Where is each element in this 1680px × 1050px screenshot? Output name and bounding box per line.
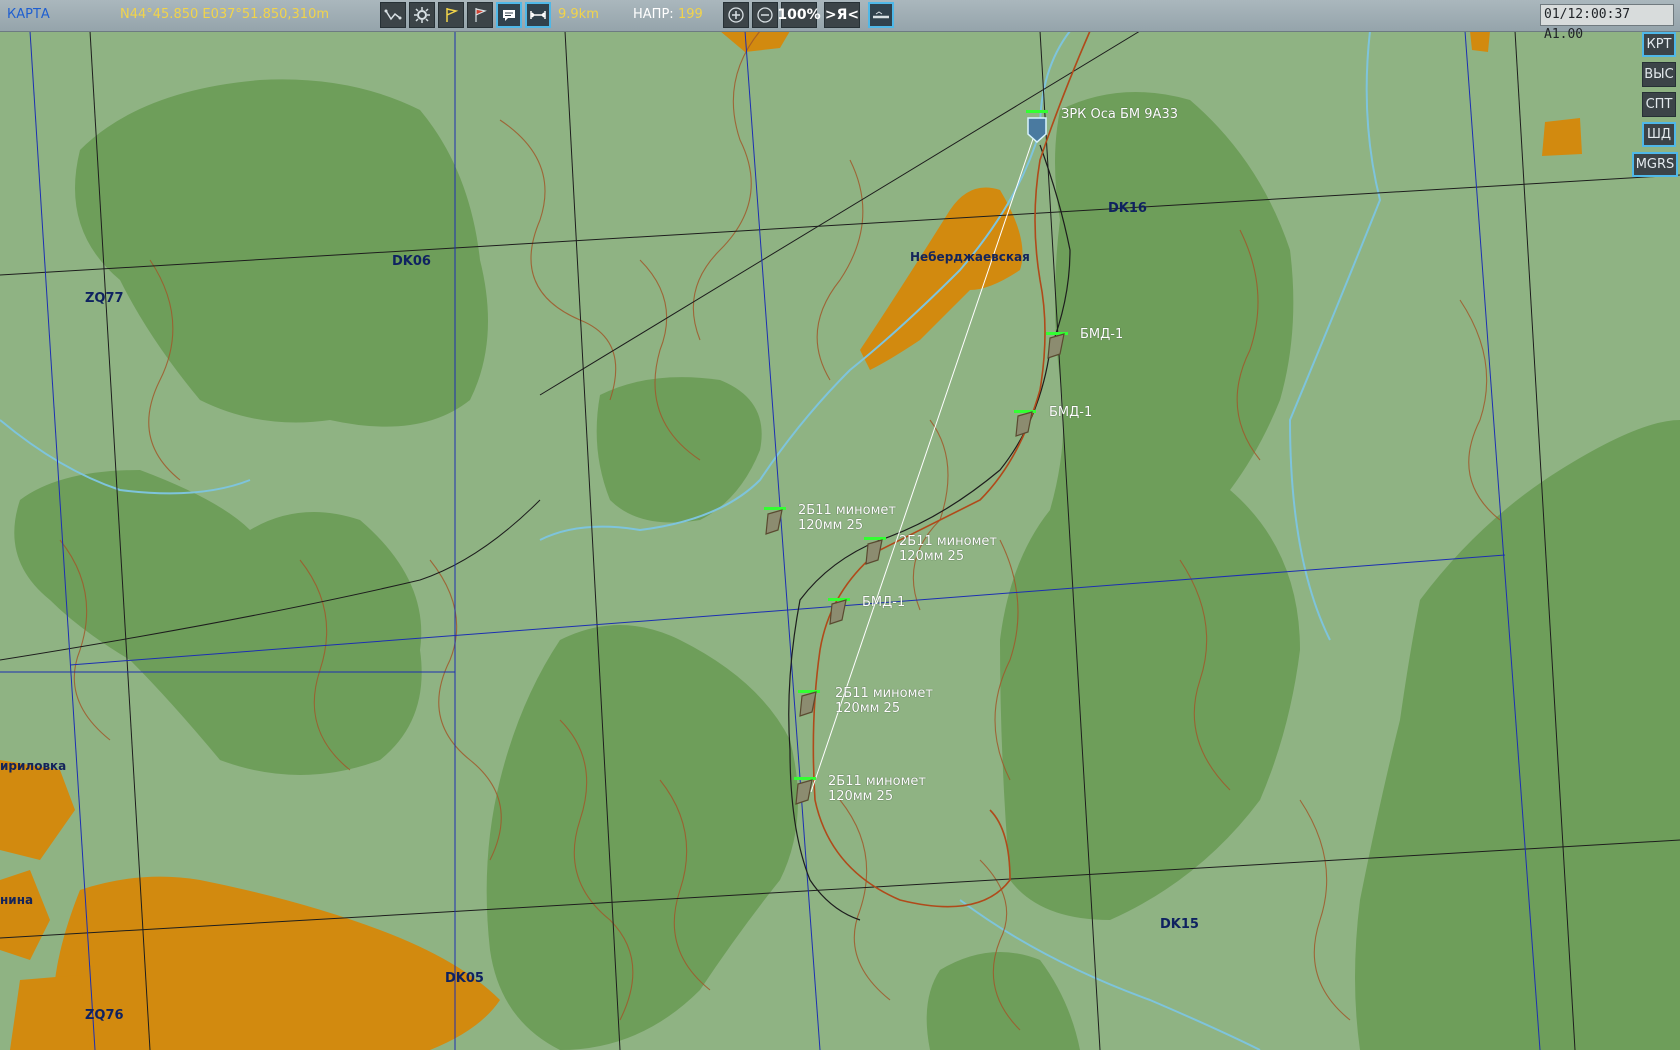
zoom-out-button[interactable]: [752, 2, 778, 28]
heading-label: НАПР:: [633, 7, 674, 22]
town-area: [10, 975, 90, 1050]
flag-icon: [446, 8, 459, 22]
town-area: [1542, 118, 1582, 156]
unit-label: 2Б11 миномет 120мм 25: [828, 774, 926, 804]
terrain-profile-button[interactable]: [868, 2, 894, 28]
terrain-profile-icon: [873, 11, 889, 19]
unit-detail: 120мм 25: [798, 518, 864, 533]
unit-name: 2Б11 миномет: [828, 774, 926, 789]
unit-detail: 120мм 25: [899, 549, 965, 564]
ruler-tool-button[interactable]: [525, 2, 551, 28]
unit-label: 2Б11 миномет 120мм 25: [899, 534, 997, 564]
latlong-button[interactable]: ШД: [1642, 122, 1676, 147]
town-label: Неберджаевская: [910, 250, 1030, 264]
grid-label: DK15: [1160, 917, 1199, 932]
marker-tool-button[interactable]: [467, 2, 493, 28]
top-toolbar: КАРТА N44°45.850 E037°51.850,310m 9.9km …: [0, 0, 1680, 42]
route-tool-button[interactable]: [380, 2, 406, 28]
grid-label: DK16: [1108, 201, 1147, 216]
mission-clock: 01/12:00:37 A1.00: [1540, 4, 1674, 42]
center-on-self-button[interactable]: >Я<: [824, 2, 860, 28]
satellite-button[interactable]: СПТ: [1642, 92, 1676, 117]
gear-icon: [414, 7, 430, 23]
health-bar: [1026, 110, 1048, 113]
unit-detail: 120мм 25: [835, 701, 901, 716]
grid-label: DK06: [392, 254, 431, 269]
unit-filter-button[interactable]: [409, 2, 435, 28]
unit-name: БМД-1: [1080, 327, 1124, 342]
mgrs-button[interactable]: MGRS: [1632, 152, 1678, 177]
map-mode-label: КАРТА: [7, 7, 50, 22]
ruler-icon: [530, 11, 546, 19]
unit-detail: 120мм 25: [828, 789, 894, 804]
flag-tool-button[interactable]: [438, 2, 464, 28]
unit-name: БМД-1: [862, 595, 906, 610]
route-icon: [384, 9, 402, 21]
marker-icon: [475, 8, 487, 22]
zoom-out-icon: [757, 7, 773, 23]
grid-label: ZQ76: [85, 1008, 124, 1023]
grid-label: ZQ77: [85, 291, 124, 306]
map-type-button[interactable]: КРТ: [1642, 32, 1676, 57]
unit-label: ЗРК Оса БМ 9А33: [1061, 107, 1178, 122]
unit-name: 2Б11 миномет: [899, 534, 997, 549]
unit-name: 2Б11 миномет: [835, 686, 933, 701]
cursor-coordinates: N44°45.850 E037°51.850,310m: [120, 7, 330, 22]
unit-label: 2Б11 миномет 120мм 25: [835, 686, 933, 716]
speech-bubble-icon: [503, 10, 515, 21]
zoom-in-icon: [728, 7, 744, 23]
unit-name: БМД-1: [1049, 405, 1093, 420]
grid-label: DK05: [445, 971, 484, 986]
unit-label: БМД-1: [1080, 327, 1123, 342]
tactical-map[interactable]: [0, 31, 1680, 1050]
heading-value: 199: [678, 7, 703, 22]
altitude-button[interactable]: ВЫС: [1642, 62, 1676, 87]
unit-label: БМД-1: [1049, 405, 1092, 420]
zoom-level-button[interactable]: 100%: [777, 2, 821, 28]
town-label: ириловка: [0, 759, 67, 773]
town-area: [1470, 31, 1490, 52]
unit-name: 2Б11 миномет: [798, 503, 896, 518]
town-label: нина: [0, 893, 34, 907]
measured-distance: 9.9km: [558, 7, 599, 22]
labels-toggle-button[interactable]: [496, 2, 522, 28]
zoom-in-button[interactable]: [723, 2, 749, 28]
unit-label: БМД-1: [862, 595, 905, 610]
unit-name: ЗРК Оса БМ 9А33: [1061, 107, 1178, 122]
unit-label: 2Б11 миномет 120мм 25: [798, 503, 896, 533]
